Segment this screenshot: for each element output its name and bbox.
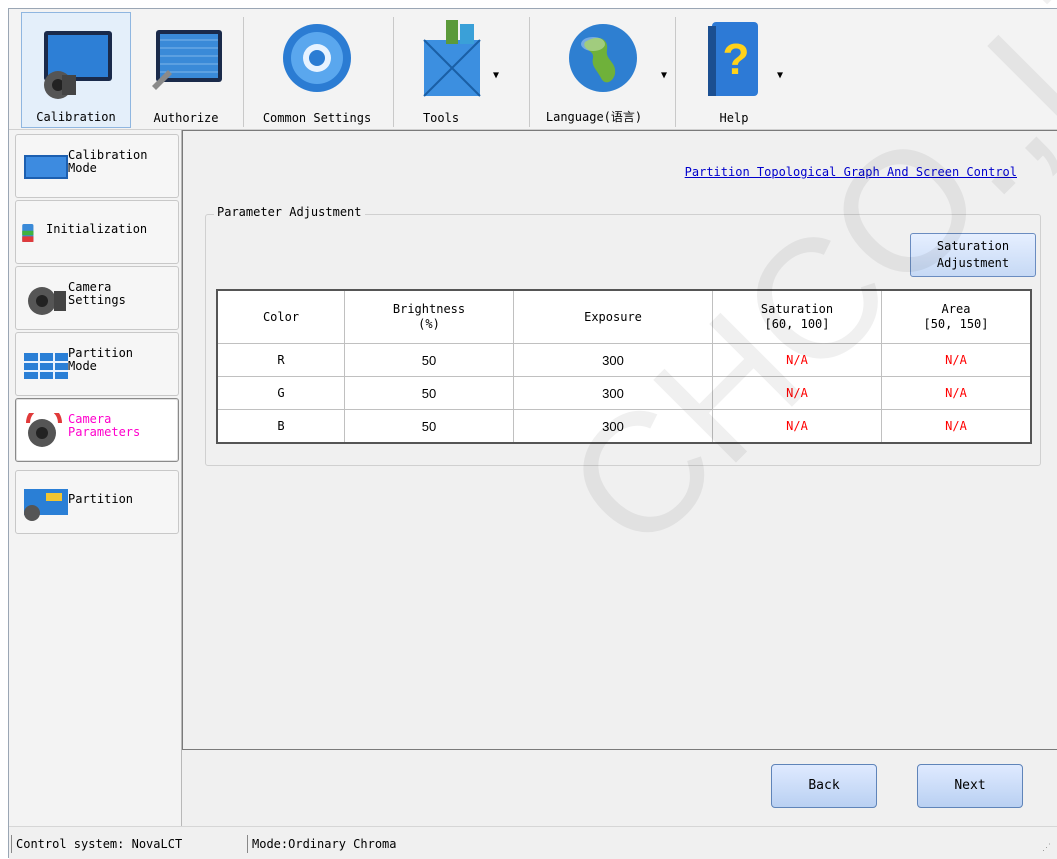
help-dropdown-caret-icon[interactable]: ▼ xyxy=(777,70,783,81)
toolbar-divider xyxy=(529,17,530,127)
tools-dropdown-caret-icon[interactable]: ▼ xyxy=(493,70,499,81)
toolbar-calibration[interactable]: Calibration xyxy=(21,12,131,128)
area-cell: N/A xyxy=(881,409,1032,444)
toolbar-authorize[interactable]: Authorize xyxy=(131,12,241,128)
mode-status: Mode:Ordinary Chroma xyxy=(247,835,397,853)
toolbar-label: Help xyxy=(719,111,749,125)
column-header: Brightness (%) xyxy=(344,289,514,344)
toolbar-tools[interactable]: Tools ▼ xyxy=(397,12,507,128)
color-cell: R xyxy=(216,343,345,377)
toolbar-label: Language(语言) xyxy=(545,110,643,124)
sidebar-item-label: Partition xyxy=(68,492,134,506)
partition-icon xyxy=(24,489,68,521)
color-cell: B xyxy=(216,409,345,444)
sidebar-item-label: Calibration Mode xyxy=(68,148,148,175)
back-button[interactable]: Back xyxy=(771,764,877,808)
toolbar-language[interactable]: Language(语言) ▼ xyxy=(533,12,673,128)
camera-icon xyxy=(28,287,66,315)
main-toolbar: Calibration Authorize Common Settings To… xyxy=(9,9,1057,130)
saturation-cell: N/A xyxy=(712,409,882,444)
toolbar-divider xyxy=(675,17,676,127)
next-button[interactable]: Next xyxy=(917,764,1023,808)
resize-grip-icon[interactable]: ⋰ xyxy=(1042,843,1052,853)
app-window: Calibration Authorize Common Settings To… xyxy=(8,0,1057,859)
exposure-cell[interactable]: 300 xyxy=(513,376,713,410)
sidebar-item-label: Partition Mode xyxy=(68,346,134,373)
camera-monitor-icon xyxy=(44,31,112,99)
toolbar-label: Authorize xyxy=(153,111,219,125)
toolbar-label: Calibration xyxy=(36,110,116,124)
group-title: Parameter Adjustment xyxy=(214,205,365,219)
sidebar-item-initialization[interactable]: Initialization xyxy=(15,200,179,264)
saturation-cell: N/A xyxy=(712,343,882,377)
saturation-adjustment-button[interactable]: Saturation Adjustment xyxy=(910,233,1036,277)
parameter-table: Color Brightness (%) Exposure Saturation… xyxy=(216,289,1032,444)
gear-icon xyxy=(283,24,351,92)
toolbar-help[interactable]: ? Help ▼ xyxy=(679,12,789,128)
toolbar-label: Tools xyxy=(422,111,460,125)
toolbar-common-settings[interactable]: Common Settings xyxy=(247,12,387,128)
svg-text:?: ? xyxy=(723,35,750,84)
topology-link[interactable]: Partition Topological Graph And Screen C… xyxy=(685,165,1017,179)
language-dropdown-caret-icon[interactable]: ▼ xyxy=(661,70,667,81)
column-header: Saturation [60, 100] xyxy=(712,289,882,344)
main-panel: Partition Topological Graph And Screen C… xyxy=(182,130,1057,750)
table-row: R 50 300 N/A N/A xyxy=(216,343,1032,377)
control-system-status: Control system: NovaLCT xyxy=(11,835,182,853)
table-header-row: Color Brightness (%) Exposure Saturation… xyxy=(216,289,1032,344)
exposure-cell[interactable]: 300 xyxy=(513,409,713,444)
column-header: Color xyxy=(216,289,345,344)
battery-icon xyxy=(22,224,34,242)
sidebar-item-label: Initialization xyxy=(46,222,148,236)
toolbar-divider xyxy=(393,17,394,127)
brightness-cell[interactable]: 50 xyxy=(344,376,514,410)
toolbox-icon xyxy=(423,20,481,97)
saturation-cell: N/A xyxy=(712,376,882,410)
sidebar-item-camera-parameters[interactable]: Camera Parameters xyxy=(15,398,179,462)
sidebar-item-camera-settings[interactable]: Camera Settings xyxy=(15,266,179,330)
area-cell: N/A xyxy=(881,343,1032,377)
monitor-wrench-icon xyxy=(152,30,222,90)
help-book-icon: ? xyxy=(708,22,758,96)
exposure-cell[interactable]: 300 xyxy=(513,343,713,377)
sidebar-item-partition-mode[interactable]: Partition Mode xyxy=(15,332,179,396)
grid-icon xyxy=(24,353,68,379)
status-bar: Control system: NovaLCT Mode:Ordinary Ch… xyxy=(9,826,1057,859)
sidebar-item-calibration-mode[interactable]: Calibration Mode xyxy=(15,134,179,198)
parameter-adjustment-group: Parameter Adjustment Saturation Adjustme… xyxy=(205,205,1041,466)
column-header: Exposure xyxy=(513,289,713,344)
camera-parameters-icon xyxy=(26,413,62,447)
table-row: G 50 300 N/A N/A xyxy=(216,376,1032,410)
column-header: Area [50, 150] xyxy=(881,289,1032,344)
globe-icon xyxy=(569,24,637,92)
color-cell: G xyxy=(216,376,345,410)
brightness-cell[interactable]: 50 xyxy=(344,343,514,377)
brightness-cell[interactable]: 50 xyxy=(344,409,514,444)
sidebar: Calibration Mode Initialization Camera S… xyxy=(9,130,182,826)
sidebar-item-label: Camera Settings xyxy=(68,280,126,307)
area-cell: N/A xyxy=(881,376,1032,410)
sidebar-item-label: Camera Parameters xyxy=(68,412,141,439)
monitor-icon xyxy=(24,155,68,179)
table-row: B 50 300 N/A N/A xyxy=(216,409,1032,444)
sidebar-item-partition[interactable]: Partition xyxy=(15,470,179,534)
toolbar-label: Common Settings xyxy=(262,111,372,125)
toolbar-divider xyxy=(243,17,244,127)
